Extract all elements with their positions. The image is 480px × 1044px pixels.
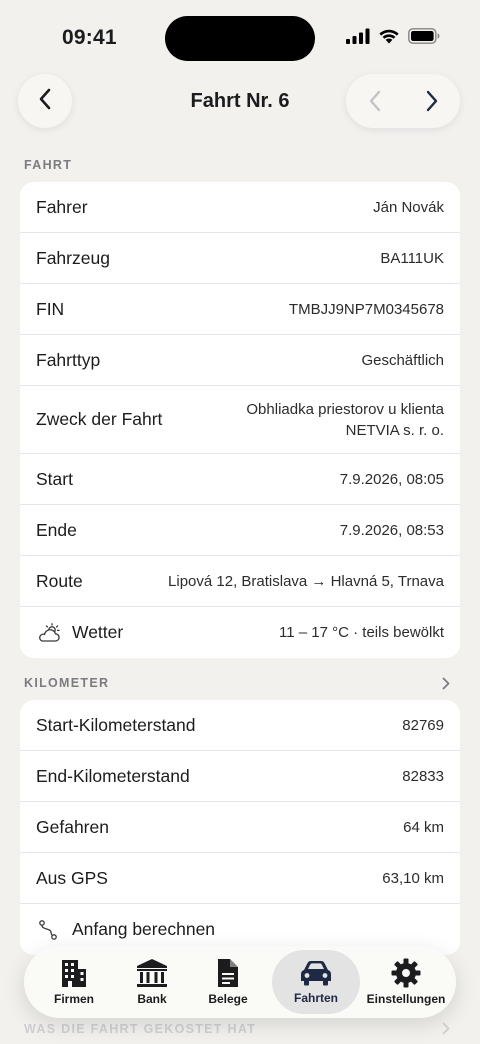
tab-label: Belege <box>208 992 248 1006</box>
tab-einstellungen[interactable]: Einstellungen <box>360 950 452 1014</box>
chevron-right-icon <box>442 1022 450 1035</box>
section-title-km: KILOMETER <box>24 676 110 690</box>
row-start-odometer[interactable]: Start-Kilometerstand 82769 <box>20 700 460 751</box>
row-value: Obhliadka priestorov u klienta NETVIA s.… <box>246 399 444 441</box>
bank-icon <box>137 959 167 987</box>
section-header-trip: FAHRT <box>24 158 450 172</box>
purpose-line-2: NETVIA s. r. o. <box>345 421 444 439</box>
status-icons <box>346 28 440 49</box>
section-header-cost[interactable]: WAS DIE FAHRT GEKOSTET HAT <box>24 1022 450 1036</box>
row-label: Aus GPS <box>36 867 108 888</box>
row-value: Geschäftlich <box>361 351 444 369</box>
route-icon <box>39 919 57 940</box>
row-end[interactable]: Ende 7.9.2026, 08:53 <box>20 505 460 556</box>
row-value: 7.9.2026, 08:05 <box>339 470 444 488</box>
row-value: BA111UK <box>380 249 444 267</box>
row-label: Start-Kilometerstand <box>36 714 196 735</box>
row-driven[interactable]: Gefahren 64 km <box>20 802 460 853</box>
row-value: 64 km <box>403 818 444 836</box>
next-trip-button[interactable] <box>403 74 460 128</box>
tab-belege[interactable]: Belege <box>184 950 272 1014</box>
tab-firmen[interactable]: Firmen <box>28 950 120 1014</box>
row-trip-type[interactable]: Fahrttyp Geschäftlich <box>20 335 460 386</box>
tab-bar: Firmen Bank Belege Fahrten Einstellungen <box>24 946 456 1018</box>
purpose-line-1: Obhliadka priestorov u klienta <box>246 400 444 418</box>
weather-label-text: Wetter <box>72 622 124 642</box>
tab-label: Fahrten <box>293 991 338 1005</box>
document-icon <box>218 959 238 987</box>
row-label: End-Kilometerstand <box>36 765 190 786</box>
row-gps[interactable]: Aus GPS 63,10 km <box>20 853 460 904</box>
section-title-cost: WAS DIE FAHRT GEKOSTET HAT <box>24 1022 257 1036</box>
row-purpose[interactable]: Zweck der Fahrt Obhliadka priestorov u k… <box>20 386 460 454</box>
km-card: Start-Kilometerstand 82769 End-Kilometer… <box>20 700 460 955</box>
row-label: Ende <box>36 519 77 540</box>
row-route[interactable]: Route Lipová 12, Bratislava → Hlavná 5, … <box>20 556 460 607</box>
battery-icon <box>408 28 440 49</box>
row-value: 7.9.2026, 08:53 <box>339 521 444 539</box>
row-weather[interactable]: Wetter 11 – 17 °C · teils bewölkt <box>20 607 460 658</box>
chevron-left-icon <box>369 90 380 112</box>
trip-pager <box>346 74 460 128</box>
dynamic-island <box>165 16 315 61</box>
wifi-icon <box>378 28 400 49</box>
row-vin[interactable]: FIN TMBJJ9NP7M0345678 <box>20 284 460 335</box>
section-header-km[interactable]: KILOMETER <box>24 676 450 690</box>
row-value: Lipová 12, Bratislava → Hlavná 5, Trnava <box>168 572 444 590</box>
row-value: 82769 <box>402 716 444 734</box>
row-label: Fahrzeug <box>36 247 110 268</box>
building-icon <box>62 960 86 987</box>
row-value: 82833 <box>402 767 444 785</box>
row-label: Zweck der Fahrt <box>36 409 163 429</box>
row-end-odometer[interactable]: End-Kilometerstand 82833 <box>20 751 460 802</box>
row-value: 63,10 km <box>382 869 444 887</box>
tab-fahrten[interactable]: Fahrten <box>272 950 360 1014</box>
section-title-trip: FAHRT <box>24 158 73 172</box>
chevron-right-icon <box>426 90 437 112</box>
row-label-calc: Anfang berechnen <box>36 919 215 941</box>
nav-bar: Fahrt Nr. 6 <box>0 74 480 130</box>
row-label: Fahrttyp <box>36 349 101 370</box>
car-icon <box>301 961 331 986</box>
calc-start-label: Anfang berechnen <box>72 919 216 939</box>
row-label: Route <box>36 570 83 591</box>
row-start[interactable]: Start 7.9.2026, 08:05 <box>20 454 460 505</box>
row-label-weather: Wetter <box>36 622 123 643</box>
previous-trip-button[interactable] <box>346 74 403 128</box>
row-label: Gefahren <box>36 816 109 837</box>
tab-bank[interactable]: Bank <box>120 950 184 1014</box>
trip-card: Fahrer Ján Novák Fahrzeug BA111UK FIN TM… <box>20 182 460 658</box>
row-label: FIN <box>36 298 65 319</box>
status-bar: 09:41 <box>0 0 480 74</box>
row-vehicle[interactable]: Fahrzeug BA111UK <box>20 233 460 284</box>
cloud-sun-icon <box>39 622 60 642</box>
status-time: 09:41 <box>62 26 117 49</box>
tab-label: Firmen <box>53 992 94 1006</box>
cellular-signal-icon <box>346 28 370 49</box>
row-value: TMBJJ9NP7M0345678 <box>288 300 444 318</box>
tab-label: Einstellungen <box>366 992 446 1006</box>
row-driver[interactable]: Fahrer Ján Novák <box>20 182 460 233</box>
row-value: 11 – 17 °C · teils bewölkt <box>279 624 444 641</box>
row-label: Fahrer <box>36 196 88 217</box>
gear-icon <box>391 958 421 988</box>
row-label: Start <box>36 468 73 489</box>
chevron-right-icon <box>442 677 450 689</box>
tab-label: Bank <box>137 992 167 1006</box>
row-value: Ján Novák <box>373 198 444 216</box>
